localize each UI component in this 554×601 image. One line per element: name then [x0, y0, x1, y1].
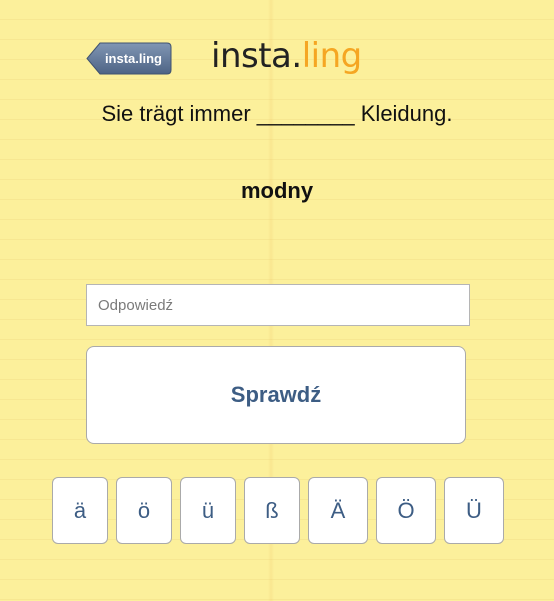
- char-button-a-umlaut[interactable]: ä: [52, 477, 108, 544]
- logo-text-ling: ling: [301, 36, 363, 76]
- char-button-o-umlaut-upper[interactable]: Ö: [376, 477, 436, 544]
- answer-input[interactable]: [86, 284, 470, 326]
- translation-hint: modny: [240, 178, 314, 203]
- question-sentence: Sie trägt immer ________ Kleidung.: [101, 101, 453, 126]
- check-button[interactable]: Sprawdź: [86, 346, 466, 444]
- char-button-u-umlaut[interactable]: ü: [180, 477, 236, 544]
- char-button-u-umlaut-upper[interactable]: Ü: [444, 477, 504, 544]
- char-button-a-umlaut-upper[interactable]: Ä: [308, 477, 368, 544]
- char-button-o-umlaut[interactable]: ö: [116, 477, 172, 544]
- back-button[interactable]: insta.ling: [86, 42, 172, 75]
- logo-text-insta: insta.: [211, 36, 302, 76]
- app-logo: insta.ling: [211, 36, 362, 76]
- char-button-eszett[interactable]: ß: [244, 477, 300, 544]
- back-button-label: insta.ling: [104, 51, 162, 66]
- special-characters-row: ä ö ü ß Ä Ö Ü: [52, 477, 504, 544]
